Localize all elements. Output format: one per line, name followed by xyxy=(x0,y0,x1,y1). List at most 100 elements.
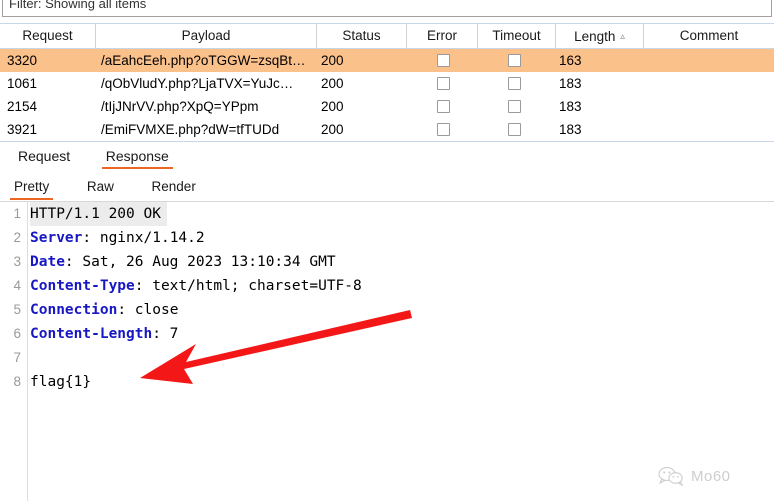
tab-raw[interactable]: Raw xyxy=(83,174,118,200)
response-line: 3 Date: Sat, 26 Aug 2023 13:10:34 GMT xyxy=(0,250,774,274)
header-value: : close xyxy=(117,302,179,318)
line-value: HTTP/1.1 200 OK xyxy=(30,206,161,222)
cell-length: 183 xyxy=(559,122,582,137)
tab-response[interactable]: Response xyxy=(101,143,173,169)
response-line: 6 Content-Length: 7 xyxy=(0,322,774,346)
header-key: Date xyxy=(30,254,65,270)
column-header-length-label: Length xyxy=(574,29,616,44)
line-number: 2 xyxy=(13,230,21,245)
line-number: 5 xyxy=(13,302,21,317)
watermark-label: Mo60 xyxy=(691,467,731,485)
wechat-icon xyxy=(658,467,684,486)
message-tabs: Request Response xyxy=(0,143,774,171)
cell-status: 200 xyxy=(321,76,344,91)
column-header-status-label: Status xyxy=(342,28,381,43)
header-value: : text/html; charset=UTF-8 xyxy=(134,278,362,294)
cell-status: 200 xyxy=(321,122,344,137)
line-content: Content-Type: text/html; charset=UTF-8 xyxy=(30,274,368,298)
checkbox-timeout[interactable] xyxy=(508,77,521,90)
table-row[interactable]: 2154 /tIjJNrVV.php?XpQ=YPpm 200 183 xyxy=(0,95,774,118)
table-header-row: Request Payload Status Error Timeout Len… xyxy=(0,24,774,49)
checkbox-error[interactable] xyxy=(437,54,450,67)
cell-payload: /aEahcEeh.php?oTGGW=zsqBt… xyxy=(101,53,306,68)
table-row[interactable]: 3320 /aEahcEeh.php?oTGGW=zsqBt… 200 163 xyxy=(0,49,774,72)
response-line: 8 flag{1} xyxy=(0,370,774,394)
column-header-payload-label: Payload xyxy=(181,28,231,43)
table-bottom-divider xyxy=(0,141,774,142)
checkbox-timeout[interactable] xyxy=(508,123,521,136)
cell-request: 1061 xyxy=(7,76,38,91)
line-content: HTTP/1.1 200 OK xyxy=(30,202,167,226)
watermark: Mo60 xyxy=(658,463,766,489)
cell-length: 183 xyxy=(559,99,582,114)
header-key: Content-Type xyxy=(30,278,135,294)
response-viewer[interactable]: 1 HTTP/1.1 200 OK 2 Server: nginx/1.14.2… xyxy=(0,202,774,501)
header-value: : Sat, 26 Aug 2023 13:10:34 GMT xyxy=(64,254,336,270)
column-header-timeout[interactable]: Timeout xyxy=(478,24,556,48)
filter-bar[interactable]: Filter: Showing all items xyxy=(2,0,772,17)
column-header-comment[interactable]: Comment xyxy=(644,24,774,48)
column-header-request[interactable]: Request xyxy=(0,24,96,48)
header-key: Server xyxy=(30,230,83,246)
response-line: 1 HTTP/1.1 200 OK xyxy=(0,202,774,226)
header-value: : 7 xyxy=(152,326,179,342)
cell-length: 163 xyxy=(559,53,582,68)
line-content xyxy=(30,346,36,370)
tab-pretty[interactable]: Pretty xyxy=(10,174,54,200)
checkbox-error[interactable] xyxy=(437,77,450,90)
header-key: Connection xyxy=(30,302,118,318)
tab-render-label: Render xyxy=(151,179,196,194)
column-header-request-label: Request xyxy=(22,28,73,43)
response-body-flag: flag{1} xyxy=(30,374,92,390)
line-content: Connection: close xyxy=(30,298,184,322)
line-content: Server: nginx/1.14.2 xyxy=(30,226,211,250)
checkbox-timeout[interactable] xyxy=(508,54,521,67)
view-mode-tabs: Pretty Raw Render xyxy=(0,174,774,202)
column-header-payload[interactable]: Payload xyxy=(96,24,317,48)
cell-status: 200 xyxy=(321,53,344,68)
response-line: 4 Content-Type: text/html; charset=UTF-8 xyxy=(0,274,774,298)
tab-render[interactable]: Render xyxy=(148,174,200,200)
column-header-comment-label: Comment xyxy=(679,28,739,43)
cell-request: 2154 xyxy=(7,99,38,114)
column-header-length[interactable]: Length ▵ xyxy=(556,24,644,48)
checkbox-error[interactable] xyxy=(437,123,450,136)
line-content: Date: Sat, 26 Aug 2023 13:10:34 GMT xyxy=(30,250,342,274)
header-value: : nginx/1.14.2 xyxy=(82,230,205,246)
tab-response-label: Response xyxy=(105,148,169,164)
response-line: 5 Connection: close xyxy=(0,298,774,322)
line-number: 1 xyxy=(13,206,21,221)
caret-up-icon: ▵ xyxy=(620,31,625,41)
cell-length: 183 xyxy=(559,76,582,91)
tab-response-active-underline xyxy=(101,167,173,169)
line-number: 4 xyxy=(13,278,21,293)
cell-payload: /tIjJNrVV.php?XpQ=YPpm xyxy=(101,99,259,114)
header-key: Content-Length xyxy=(30,326,153,342)
line-number: 6 xyxy=(13,326,21,341)
tab-request[interactable]: Request xyxy=(14,143,74,169)
line-number: 3 xyxy=(13,254,21,269)
table-row[interactable]: 1061 /qObVludY.php?LjaTVX=YuJc… 200 183 xyxy=(0,72,774,95)
checkbox-timeout[interactable] xyxy=(508,100,521,113)
response-line: 7 xyxy=(0,346,774,370)
tab-pretty-label: Pretty xyxy=(14,179,50,194)
column-header-error-label: Error xyxy=(427,28,457,43)
column-header-error[interactable]: Error xyxy=(407,24,478,48)
response-line: 2 Server: nginx/1.14.2 xyxy=(0,226,774,250)
column-header-status[interactable]: Status xyxy=(317,24,407,48)
checkbox-error[interactable] xyxy=(437,100,450,113)
intruder-results-table: Request Payload Status Error Timeout Len… xyxy=(0,23,774,142)
cell-payload: /EmiFVMXE.php?dW=tfTUDd xyxy=(101,122,280,137)
table-row[interactable]: 3921 /EmiFVMXE.php?dW=tfTUDd 200 183 xyxy=(0,118,774,141)
tab-raw-label: Raw xyxy=(86,179,114,194)
line-number: 8 xyxy=(13,374,21,389)
cell-request: 3921 xyxy=(7,122,38,137)
cell-status: 200 xyxy=(321,99,344,114)
column-header-timeout-label: Timeout xyxy=(492,28,541,43)
line-number: 7 xyxy=(13,350,21,365)
line-content: flag{1} xyxy=(30,370,97,394)
line-content: Content-Length: 7 xyxy=(30,322,184,346)
tab-pretty-active-underline xyxy=(10,198,54,200)
cell-request: 3320 xyxy=(7,53,38,68)
tab-request-label: Request xyxy=(18,148,71,164)
